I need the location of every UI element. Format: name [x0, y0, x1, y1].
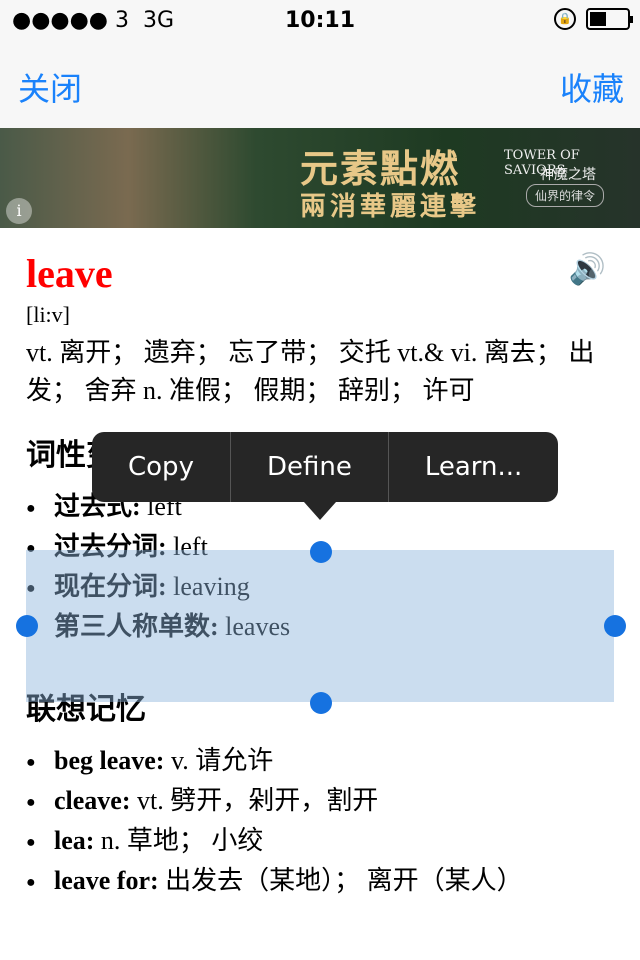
copy-button[interactable]: Copy: [92, 432, 231, 502]
list-item: lea: n. 草地； 小绞: [26, 822, 614, 862]
menu-arrow: [304, 502, 336, 520]
battery-icon: [586, 8, 633, 30]
clock: 10:11: [284, 8, 356, 33]
ad-subtitle: 兩消華麗連擊: [300, 192, 481, 222]
headword: leave: [26, 251, 113, 296]
learn-button[interactable]: Learn...: [389, 432, 558, 502]
favorite-button[interactable]: 收藏: [560, 64, 624, 110]
status-bar: ●●●●● 3 3G 10:11 🔒: [0, 0, 640, 40]
speaker-icon[interactable]: 🔊: [569, 252, 606, 287]
ad-banner[interactable]: 元素點燃 兩消華麗連擊 TOWER OF SAVIORS 神魔之塔 仙界的律令 …: [0, 128, 640, 228]
selection-handle-left[interactable]: [16, 615, 38, 637]
close-button[interactable]: 关闭: [18, 64, 82, 110]
rotation-lock-icon: 🔒: [554, 8, 576, 30]
list-item: beg leave: v. 请允许: [26, 742, 614, 782]
selection-handle-right[interactable]: [604, 615, 626, 637]
info-icon[interactable]: i: [6, 198, 32, 224]
ad-title: 元素點燃: [300, 147, 461, 191]
nav-bar: 关闭 收藏: [0, 40, 640, 128]
definition: vt. 离开； 遗弃； 忘了带； 交托 vt.& vi. 离去； 出发； 舍弃 …: [26, 338, 595, 405]
list-item: cleave: vt. 劈开，剁开，割开: [26, 782, 614, 822]
selection-handle-bottom[interactable]: [310, 692, 332, 714]
text-selection: [26, 550, 614, 702]
define-button[interactable]: Define: [231, 432, 389, 502]
list-item: leave for: 出发去（某地）； 离开（某人）: [26, 862, 614, 902]
ad-tag: 仙界的律令: [526, 184, 605, 207]
related-list: beg leave: v. 请允许 cleave: vt. 劈开，剁开，割开 l…: [26, 742, 614, 902]
ad-brand-cn: 神魔之塔: [540, 167, 596, 183]
selection-handle-top[interactable]: [310, 541, 332, 563]
phonetic: [li:v]: [26, 302, 70, 327]
edit-menu: Copy Define Learn...: [92, 432, 559, 502]
